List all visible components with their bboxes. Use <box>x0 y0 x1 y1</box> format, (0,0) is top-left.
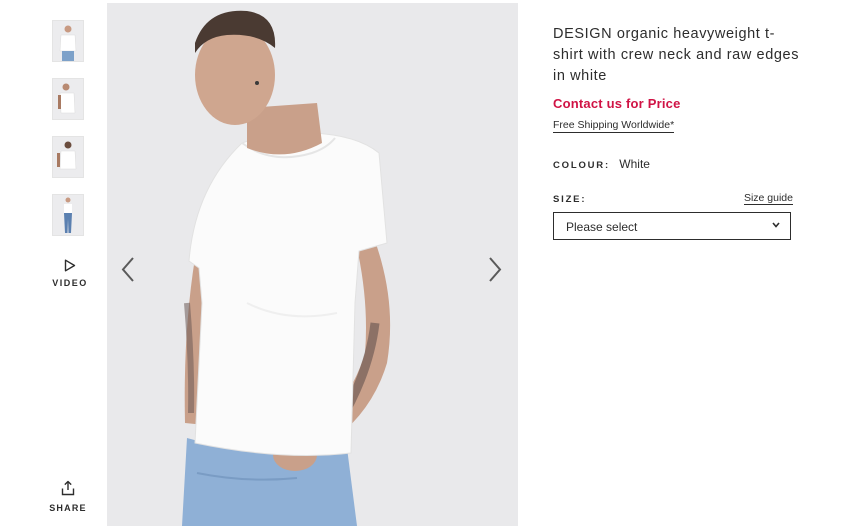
product-price[interactable]: Contact us for Price <box>553 96 803 111</box>
colour-value: White <box>619 157 650 171</box>
chevron-right-icon <box>489 257 502 282</box>
thumbnail-back[interactable] <box>52 136 84 178</box>
colour-label: COLOUR: <box>553 160 610 171</box>
thumbnail-full-length[interactable] <box>52 194 84 236</box>
share-icon <box>61 480 75 496</box>
size-select-value: Please select <box>566 220 638 234</box>
chevron-left-icon <box>121 257 134 282</box>
next-image-button[interactable] <box>485 255 505 285</box>
size-select[interactable]: Please select <box>553 212 791 240</box>
product-info: DESIGN organic heavyweight t-shirt with … <box>553 24 803 240</box>
product-main-image <box>107 3 518 526</box>
product-title: DESIGN organic heavyweight t-shirt with … <box>553 26 800 84</box>
previous-image-button[interactable] <box>118 255 138 285</box>
thumbnail-side[interactable] <box>52 78 84 120</box>
size-label: SIZE: <box>553 194 587 205</box>
video-label: VIDEO <box>52 278 88 288</box>
chevron-down-icon <box>772 222 780 228</box>
size-row: SIZE: Size guide <box>553 192 803 206</box>
play-icon <box>64 259 76 272</box>
thumbnail-front[interactable] <box>52 20 84 62</box>
thumbnail-list <box>52 20 84 252</box>
free-shipping-link[interactable]: Free Shipping Worldwide* <box>553 119 675 133</box>
share-button[interactable]: SHARE <box>49 480 87 513</box>
video-button[interactable]: VIDEO <box>50 259 90 288</box>
share-label: SHARE <box>49 503 87 513</box>
colour-row: COLOUR: White <box>553 157 803 171</box>
size-guide-link[interactable]: Size guide <box>743 192 793 205</box>
